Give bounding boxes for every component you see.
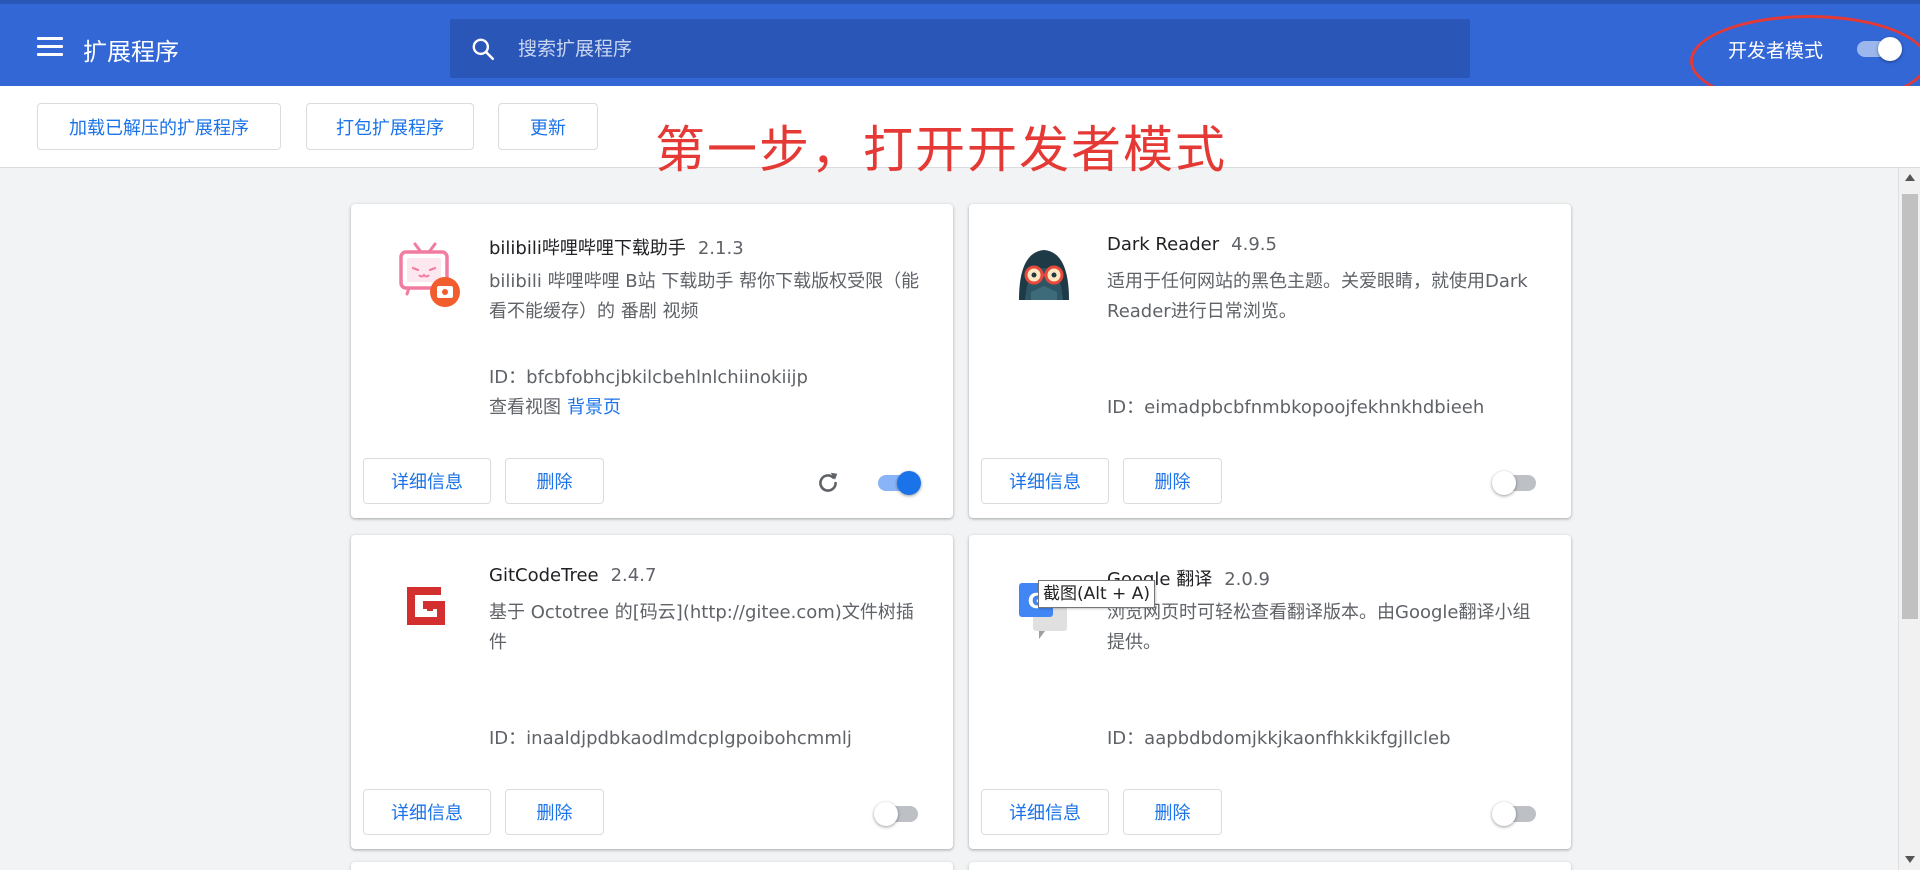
dev-mode-toggle[interactable]	[1855, 37, 1903, 61]
update-button[interactable]: 更新	[498, 103, 598, 150]
details-button[interactable]: 详细信息	[981, 789, 1109, 835]
extension-description: bilibili 哔哩哔哩 B站 下载助手 帮你下载版权受限（能看不能缓存）的 …	[489, 271, 920, 322]
screenshot-tooltip: 截图(Alt + A)	[1038, 580, 1155, 608]
extension-id: ID：bfcbfobhcjbkilcbehlnlchiinokiijp	[489, 367, 808, 388]
extension-description: 适用于任何网站的黑色主题。关爱眼睛，就使用Dark Reader进行日常浏览。	[1107, 271, 1528, 322]
dark-reader-icon	[1019, 250, 1069, 300]
scroll-up-arrow-icon[interactable]	[1905, 174, 1915, 181]
extension-id: ID：aapbdbdomjkkjkaonfhkkikfgjllcleb	[1107, 728, 1451, 749]
extension-card-bilibili: bilibili哔哩哔哩下载助手 2.1.3 bilibili 哔哩哔哩 B站 下…	[351, 204, 953, 518]
annotation-text: 第一步，打开开发者模式	[655, 121, 1227, 179]
details-button[interactable]: 详细信息	[363, 789, 491, 835]
gitcodetree-icon	[407, 587, 445, 625]
remove-button[interactable]: 删除	[1123, 789, 1222, 835]
scroll-down-arrow-icon[interactable]	[1905, 856, 1915, 863]
extension-card-gitcodetree: GitCodeTree 2.4.7 基于 Octotree 的[码云](http:…	[351, 535, 953, 849]
load-unpacked-button[interactable]: 加载已解压的扩展程序	[37, 103, 281, 150]
scrollbar[interactable]	[1898, 168, 1920, 870]
remove-button[interactable]: 删除	[505, 789, 604, 835]
extension-name: GitCodeTree 2.4.7	[489, 565, 657, 586]
scrollbar-thumb[interactable]	[1902, 194, 1918, 619]
page-title: 扩展程序	[83, 38, 179, 66]
inspect-views: 查看视图 背景页	[489, 397, 621, 418]
enable-toggle[interactable]	[1492, 470, 1540, 496]
enable-toggle[interactable]	[874, 470, 922, 496]
extension-name: Dark Reader 4.9.5	[1107, 234, 1277, 255]
dev-mode-label: 开发者模式	[1728, 40, 1824, 62]
extension-card-dark-reader: Dark Reader 4.9.5 适用于任何网站的黑色主题。关爱眼睛，就使用Da…	[969, 204, 1571, 518]
enable-toggle[interactable]	[1492, 801, 1540, 827]
remove-button[interactable]: 删除	[1123, 458, 1222, 504]
details-button[interactable]: 详细信息	[981, 458, 1109, 504]
reload-icon[interactable]	[815, 470, 841, 496]
menu-icon[interactable]	[37, 37, 63, 57]
extension-card-partial	[351, 862, 953, 870]
extension-version: 2.1.3	[697, 238, 744, 259]
extension-description: 基于 Octotree 的[码云](http://gitee.com)文件树插件	[489, 602, 914, 653]
extension-description: 浏览网页时可轻松查看翻译版本。由Google翻译小组提供。	[1107, 602, 1531, 653]
extension-card-partial	[969, 862, 1571, 870]
enable-toggle[interactable]	[874, 801, 922, 827]
remove-button[interactable]: 删除	[505, 458, 604, 504]
search-box[interactable]	[450, 19, 1470, 78]
extension-version: 2.4.7	[610, 565, 657, 586]
pack-extension-button[interactable]: 打包扩展程序	[306, 103, 474, 150]
extension-id: ID：eimadpbcbfnmbkopoojfekhnkhdbieeh	[1107, 397, 1485, 418]
background-page-link[interactable]: 背景页	[567, 397, 621, 418]
app-header: 扩展程序 开发者模式	[0, 0, 1920, 86]
details-button[interactable]: 详细信息	[363, 458, 491, 504]
extension-name: bilibili哔哩哔哩下载助手 2.1.3	[489, 238, 744, 259]
extension-version: 4.9.5	[1231, 234, 1277, 255]
extension-version: 2.0.9	[1224, 569, 1271, 590]
search-input[interactable]	[518, 19, 1448, 78]
extension-id: ID：inaaldjpdbkaodlmdcplgpoibohcmmlj	[489, 728, 852, 749]
bilibili-tv-icon	[399, 242, 460, 307]
search-icon	[472, 38, 495, 61]
